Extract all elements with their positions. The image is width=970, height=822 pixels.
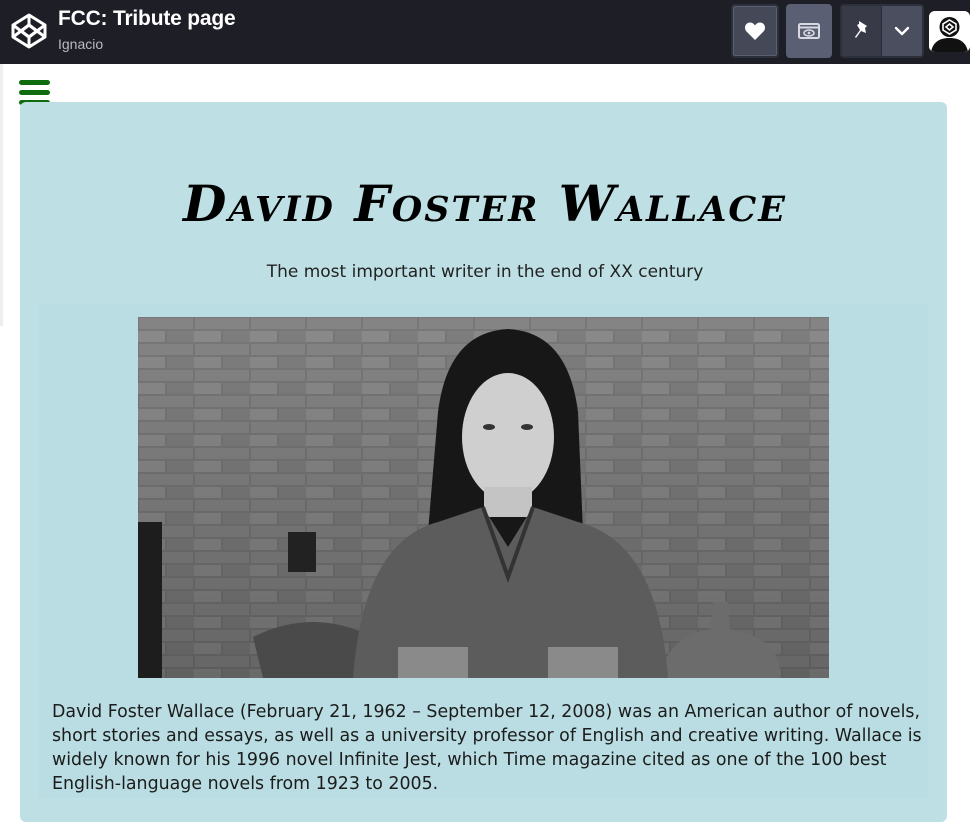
pin-icon (854, 21, 867, 38)
page-title: David Foster Wallace (183, 174, 787, 233)
pin-menu-button[interactable] (882, 6, 922, 56)
page-subtitle: The most important writer in the end of … (266, 262, 704, 282)
codepen-header: FCC: Tribute page Ignacio (0, 0, 970, 64)
pen-title[interactable]: FCC: Tribute page (58, 7, 236, 31)
portrait-image (138, 317, 829, 678)
biography-text: David Foster Wallace (February 21, 1962 … (52, 702, 922, 794)
pin-button[interactable] (842, 6, 883, 56)
heart-icon (745, 22, 765, 40)
codepen-logo-icon[interactable] (10, 12, 48, 50)
chevron-down-icon (894, 26, 910, 36)
change-view-button[interactable] (786, 4, 832, 58)
pen-author[interactable]: Ignacio (58, 36, 103, 52)
heart-button[interactable] (731, 4, 779, 58)
pin-button-group (840, 4, 924, 58)
user-avatar-icon[interactable] (929, 11, 970, 52)
eye-box-icon (798, 23, 820, 39)
